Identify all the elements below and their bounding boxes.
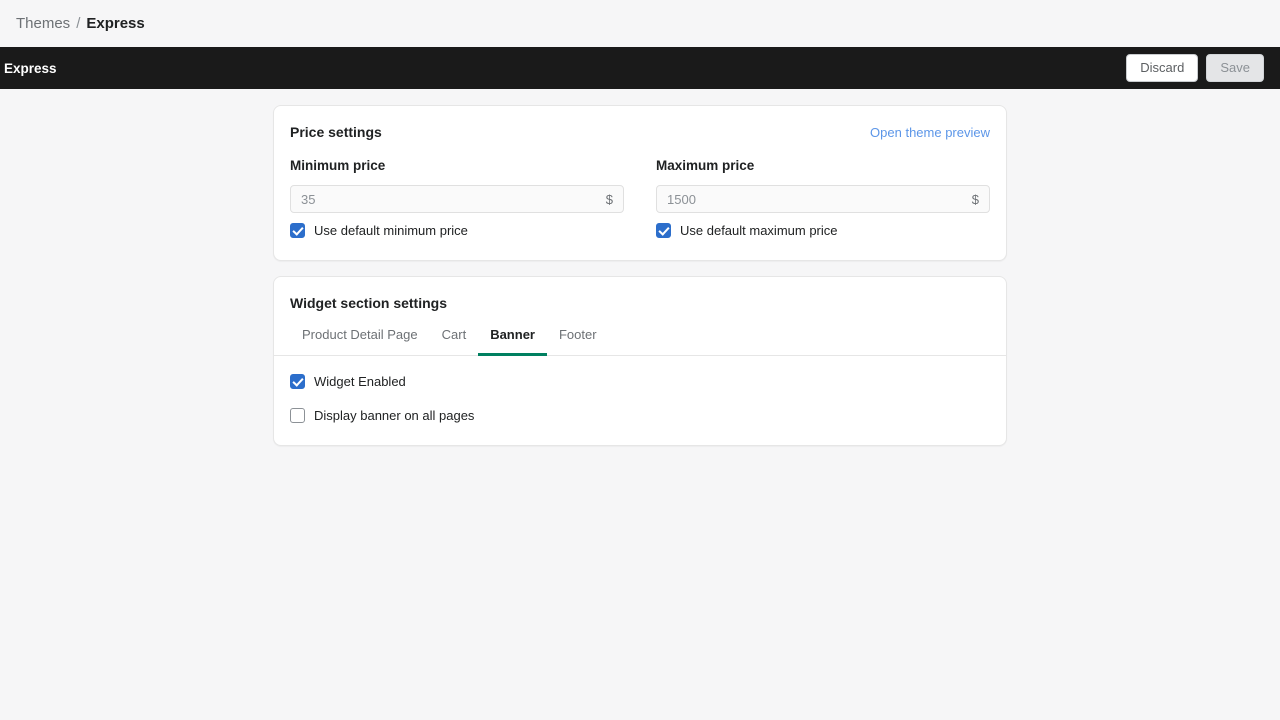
widget-settings-header: Widget section settings bbox=[274, 277, 1006, 311]
open-theme-preview-link[interactable]: Open theme preview bbox=[870, 125, 990, 140]
maximum-price-label: Maximum price bbox=[656, 158, 755, 173]
maximum-price-field: Maximum price $ Use default maximum pric… bbox=[656, 158, 990, 238]
tab-banner[interactable]: Banner bbox=[478, 323, 547, 356]
minimum-price-input[interactable] bbox=[291, 186, 606, 212]
price-settings-header: Price settings Open theme preview bbox=[274, 106, 1006, 140]
use-default-minimum-price-checkbox[interactable] bbox=[290, 223, 305, 238]
save-button[interactable]: Save bbox=[1206, 54, 1264, 82]
breadcrumb-root-link[interactable]: Themes bbox=[16, 15, 70, 32]
use-default-minimum-price-row[interactable]: Use default minimum price bbox=[290, 223, 624, 238]
breadcrumb: Themes / Express bbox=[16, 15, 145, 32]
maximum-price-input-wrap[interactable]: $ bbox=[656, 185, 990, 213]
discard-button[interactable]: Discard bbox=[1126, 54, 1199, 82]
price-settings-title: Price settings bbox=[290, 124, 382, 140]
minimum-price-input-wrap[interactable]: $ bbox=[290, 185, 624, 213]
banner-tab-panel: Widget Enabled Display banner on all pag… bbox=[274, 356, 1006, 445]
widget-settings-title: Widget section settings bbox=[290, 295, 448, 311]
context-bar-actions: Discard Save bbox=[1126, 54, 1264, 82]
maximum-price-input[interactable] bbox=[657, 186, 972, 212]
tab-product-detail-page[interactable]: Product Detail Page bbox=[290, 323, 430, 356]
display-banner-all-pages-checkbox[interactable] bbox=[290, 408, 305, 423]
page-content: Price settings Open theme preview Minimu… bbox=[0, 89, 1280, 446]
tab-footer[interactable]: Footer bbox=[547, 323, 609, 356]
minimum-price-field: Minimum price $ Use default minimum pric… bbox=[290, 158, 624, 238]
widget-section-settings-card: Widget section settings Product Detail P… bbox=[273, 276, 1007, 446]
widget-enabled-label: Widget Enabled bbox=[314, 374, 406, 389]
use-default-maximum-price-checkbox[interactable] bbox=[656, 223, 671, 238]
price-fields: Minimum price $ Use default minimum pric… bbox=[274, 140, 1006, 260]
use-default-maximum-price-row[interactable]: Use default maximum price bbox=[656, 223, 990, 238]
display-banner-all-pages-row[interactable]: Display banner on all pages bbox=[290, 408, 990, 423]
use-default-minimum-price-label: Use default minimum price bbox=[314, 223, 468, 238]
widget-enabled-row[interactable]: Widget Enabled bbox=[290, 374, 990, 389]
minimum-price-label: Minimum price bbox=[290, 158, 386, 173]
widget-enabled-checkbox[interactable] bbox=[290, 374, 305, 389]
context-bar-title: Express bbox=[4, 60, 57, 76]
breadcrumb-separator: / bbox=[76, 15, 81, 32]
display-banner-all-pages-label: Display banner on all pages bbox=[314, 408, 475, 423]
minimum-price-currency-suffix: $ bbox=[605, 191, 613, 207]
maximum-price-currency-suffix: $ bbox=[971, 191, 979, 207]
tab-cart[interactable]: Cart bbox=[430, 323, 479, 356]
use-default-maximum-price-label: Use default maximum price bbox=[680, 223, 838, 238]
price-settings-card: Price settings Open theme preview Minimu… bbox=[273, 105, 1007, 261]
breadcrumb-bar: Themes / Express bbox=[0, 0, 1280, 47]
widget-tabs: Product Detail Page Cart Banner Footer bbox=[274, 311, 1006, 356]
breadcrumb-current: Express bbox=[86, 15, 145, 32]
context-bar: Express Discard Save bbox=[0, 47, 1280, 89]
